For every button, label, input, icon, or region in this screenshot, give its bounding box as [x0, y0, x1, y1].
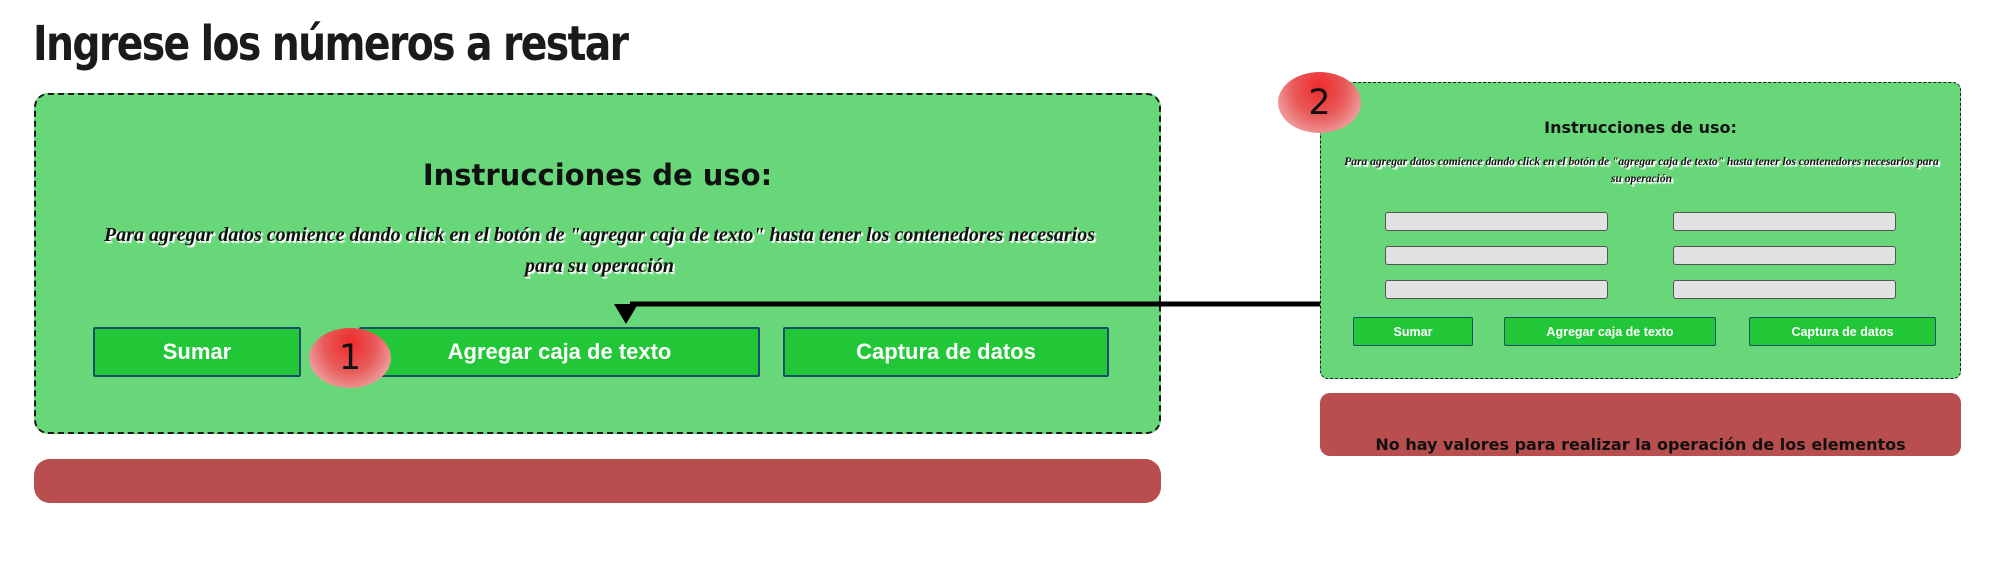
arrow-head — [614, 304, 638, 324]
step-marker-1: 1 — [309, 328, 391, 388]
step-marker-2: 2 — [1278, 72, 1361, 133]
annotation-arrow — [614, 301, 1320, 324]
